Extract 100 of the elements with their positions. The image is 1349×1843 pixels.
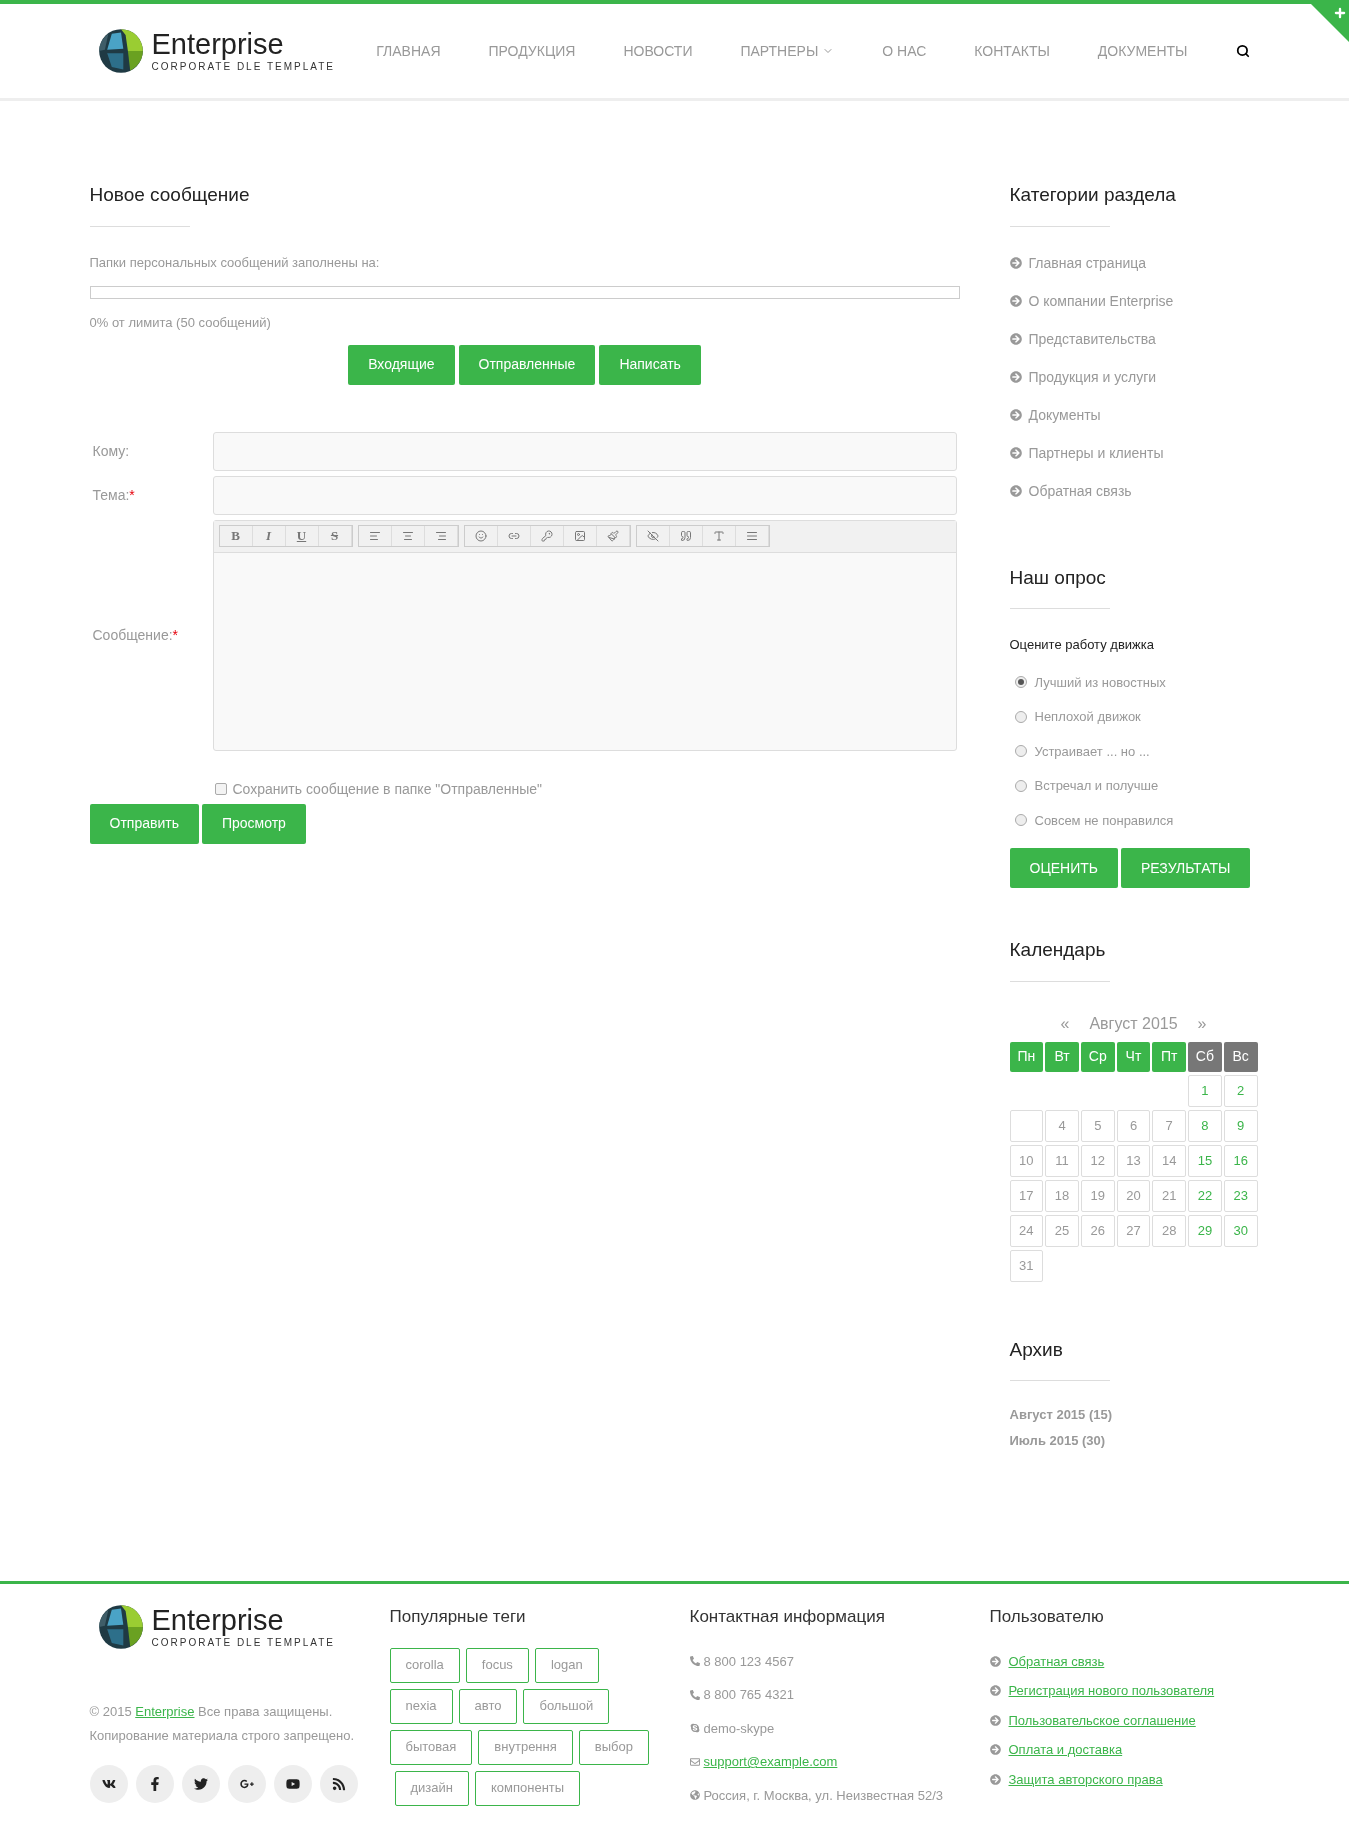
copyright-text: © 2015 Enterprise Все права защищены.	[89, 1703, 334, 1721]
calendar-day: 23	[1223, 1179, 1258, 1212]
checkbox[interactable]	[214, 783, 227, 795]
radio-button[interactable]	[1014, 676, 1027, 689]
calendar-day: 25	[1045, 1214, 1079, 1247]
archive-link[interactable]: Июль 2015 (30)	[1009, 1430, 1260, 1450]
radio-button[interactable]	[1014, 710, 1027, 723]
format-button[interactable]: I	[252, 526, 286, 546]
calendar-day: 15	[1188, 1144, 1222, 1177]
tag-link[interactable]: nexia	[389, 1688, 453, 1724]
calendar-day: 31	[1009, 1249, 1044, 1282]
nav-link[interactable]: ГЛАВНАЯ	[376, 40, 441, 62]
category-link[interactable]: Партнеры и клиенты	[1028, 442, 1164, 464]
next-month-link[interactable]: »	[1197, 1011, 1207, 1036]
calendar-day: 17	[1009, 1179, 1044, 1212]
tag-link[interactable]: большой	[523, 1688, 610, 1724]
category-link[interactable]: Продукция и услуги	[1028, 366, 1157, 388]
category-link[interactable]: Документы	[1028, 404, 1101, 426]
weekday-header: Вт	[1045, 1041, 1079, 1072]
globe-logo-icon	[97, 28, 144, 74]
smiley-icon	[474, 530, 487, 542]
field-label: Сообщение:*	[91, 625, 180, 645]
poll-button[interactable]: ОЦЕНИТЬ	[1009, 848, 1118, 888]
calendar-day: 24	[1009, 1214, 1044, 1247]
text-input[interactable]	[212, 475, 957, 515]
weekday-header: Сб	[1188, 1041, 1222, 1072]
tag-link[interactable]: внутрення	[478, 1729, 573, 1765]
search-icon[interactable]	[1235, 44, 1250, 58]
nav-link[interactable]: НОВОСТИ	[623, 40, 693, 62]
calendar-day: 28	[1152, 1214, 1187, 1247]
footer-link[interactable]: Защита авторского права	[1008, 1769, 1163, 1789]
phone-icon	[689, 1689, 700, 1700]
poll-option: Устраивает ... но ...	[1034, 741, 1150, 761]
footer-link[interactable]: Оплата и доставка	[1008, 1740, 1123, 1760]
nav-link[interactable]: КОНТАКТЫ	[974, 40, 1050, 62]
radio-button[interactable]	[1014, 814, 1027, 827]
nav-link[interactable]: О НАС	[882, 40, 927, 62]
radio-button[interactable]	[1014, 745, 1027, 758]
checkbox-label: Сохранить сообщение в папке "Отправленные"	[232, 779, 543, 799]
category-link[interactable]: Главная страница	[1028, 252, 1147, 274]
folder-button[interactable]: Отправленные	[458, 344, 596, 385]
footer-link[interactable]: Обратная связь	[1008, 1651, 1105, 1671]
nav-link[interactable]: ДОКУМЕНТЫ	[1097, 40, 1188, 62]
text-size-icon	[712, 530, 725, 542]
poll-option: Неплохой движок	[1034, 707, 1141, 727]
calendar-day: 19	[1080, 1179, 1115, 1212]
footer-link[interactable]: Пользовательское соглашение	[1008, 1710, 1196, 1730]
social-button[interactable]	[135, 1765, 174, 1803]
action-button[interactable]: Отправить	[89, 803, 199, 844]
folder-button[interactable]: Написать	[599, 344, 701, 385]
format-button[interactable]: S	[318, 526, 352, 546]
tag-link[interactable]: авто	[458, 1688, 518, 1724]
contact-text: 8 800 765 4321	[703, 1686, 794, 1704]
nav-link[interactable]: ПАРТНЕРЫ	[740, 40, 835, 62]
text-input[interactable]	[212, 431, 957, 471]
calendar-day-cell	[1009, 1109, 1044, 1142]
footer-link[interactable]: Регистрация нового пользователя	[1008, 1681, 1215, 1701]
required-mark: *	[172, 626, 179, 643]
category-link[interactable]: О компании Enterprise	[1028, 290, 1174, 312]
tag-link[interactable]: logan	[534, 1647, 599, 1683]
weekday-header: Ср	[1080, 1041, 1115, 1072]
social-button[interactable]	[273, 1765, 312, 1803]
archive-link[interactable]: Август 2015 (15)	[1009, 1405, 1260, 1425]
contact-text: demo-skype	[703, 1719, 775, 1738]
tag-link[interactable]: дизайн	[394, 1770, 469, 1806]
message-editor[interactable]: B I U S	[212, 519, 957, 751]
social-button[interactable]	[319, 1765, 358, 1803]
category-link[interactable]: Представительства	[1028, 328, 1156, 350]
calendar-day: 16	[1223, 1144, 1258, 1177]
skype-icon	[689, 1723, 700, 1734]
poll-button[interactable]: РЕЗУЛЬТАТЫ	[1121, 848, 1251, 888]
category-link[interactable]: Обратная связь	[1028, 480, 1132, 502]
tag-link[interactable]: выбор	[578, 1729, 649, 1765]
email-link[interactable]: support@example.com	[703, 1752, 838, 1772]
radio-button[interactable]	[1014, 779, 1027, 792]
tag-link[interactable]: компоненты	[475, 1770, 581, 1806]
weekday-header: Пт	[1152, 1041, 1187, 1072]
social-button[interactable]	[89, 1765, 128, 1803]
tag-link[interactable]: corolla	[389, 1647, 460, 1683]
action-button[interactable]: Просмотр	[201, 803, 306, 844]
format-button[interactable]: U	[285, 526, 319, 546]
tag-link[interactable]: бытовая	[389, 1729, 473, 1765]
prev-month-link[interactable]: «	[1060, 1011, 1070, 1036]
calendar-day: 4	[1045, 1109, 1079, 1142]
weekday-header: Чт	[1116, 1041, 1151, 1072]
social-button[interactable]	[181, 1765, 220, 1803]
link-icon	[507, 530, 520, 542]
logo-name: Enterprise	[151, 28, 285, 59]
quota-label: Папки персональных сообщений заполнены на:	[89, 253, 381, 272]
nav-link[interactable]: ПРОДУКЦИЯ	[488, 40, 576, 62]
calendar-day: 6	[1116, 1109, 1151, 1142]
eye-off-icon	[646, 530, 659, 542]
calendar-day: 14	[1152, 1144, 1187, 1177]
calendar-day: 5	[1080, 1109, 1115, 1142]
tag-link[interactable]: focus	[465, 1647, 529, 1683]
format-button[interactable]: B	[219, 526, 253, 546]
calendar-month: Август 2015	[1089, 1013, 1178, 1034]
contact-text: Россия, г. Москва, ул. Неизвестная 52/3	[703, 1786, 943, 1805]
folder-button[interactable]: Входящие	[348, 344, 455, 385]
copyright-link[interactable]: Enterprise	[135, 1704, 195, 1719]
